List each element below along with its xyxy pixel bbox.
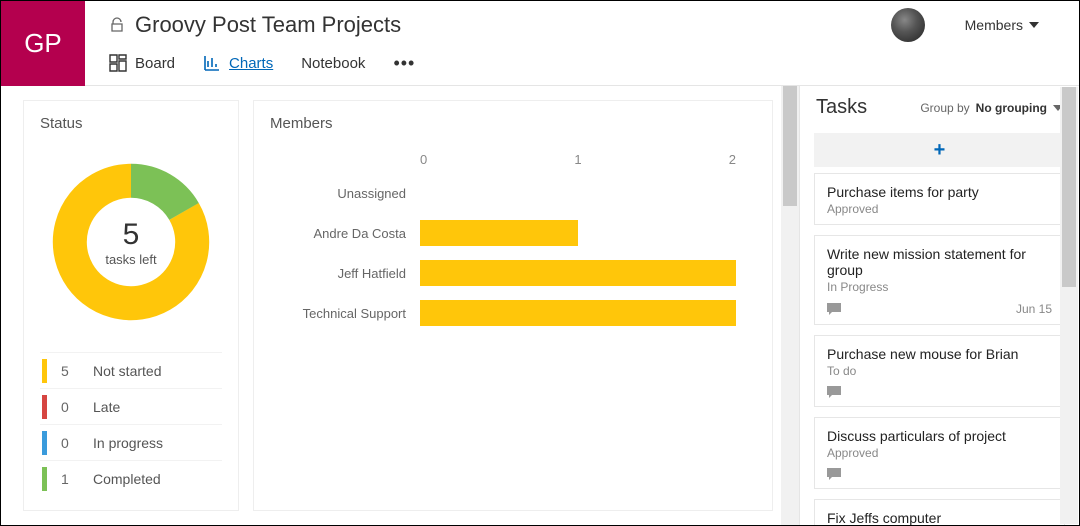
- app-header: GP Groovy Post Team Projects Members Boa…: [1, 1, 1079, 86]
- members-bar-rows: Unassigned Andre Da Costa Jeff Hatfield Tec…: [290, 173, 736, 333]
- status-center-label: tasks left: [105, 252, 156, 267]
- app-logo: GP: [1, 1, 85, 86]
- legend-count: 5: [61, 363, 79, 379]
- charts-icon: [203, 54, 221, 72]
- bar-fill: [420, 260, 736, 286]
- bar-row-name: Technical Support: [290, 306, 420, 321]
- members-card: Members 0 1 2 Unassigned Andre Da Costa Je…: [253, 100, 773, 511]
- tab-notebook[interactable]: Notebook: [301, 55, 365, 72]
- groupby-dropdown[interactable]: Group by No grouping: [920, 101, 1063, 115]
- lock-open-icon: [109, 17, 125, 33]
- comment-icon: [827, 386, 841, 398]
- legend-label: Not started: [93, 363, 161, 379]
- charts-scrollbar[interactable]: [781, 86, 799, 525]
- task-title: Discuss particulars of project: [827, 428, 1052, 444]
- legend-row: 5 Not started: [40, 352, 222, 388]
- bar-row: Unassigned: [290, 173, 736, 213]
- task-card[interactable]: Purchase items for party Approved: [814, 173, 1065, 225]
- task-status: In Progress: [827, 280, 1052, 294]
- legend-label: In progress: [93, 435, 163, 451]
- status-legend: 5 Not started 0 Late 0 In progress 1 Completed: [40, 352, 222, 496]
- tasks-heading: Tasks: [816, 96, 867, 119]
- bar-row: Technical Support: [290, 293, 736, 333]
- bar-track: [420, 260, 736, 286]
- tab-notebook-label: Notebook: [301, 55, 365, 72]
- legend-swatch: [42, 359, 47, 383]
- bar-track: [420, 220, 736, 246]
- groupby-value: No grouping: [976, 101, 1047, 115]
- bar-row: Andre Da Costa: [290, 213, 736, 253]
- axis-tick-0: 0: [420, 152, 574, 167]
- tab-charts[interactable]: Charts: [203, 54, 273, 72]
- charts-area: Status 5 tasks left 5 Not started 0 Late 0 In…: [1, 86, 781, 525]
- task-title: Fix Jeffs computer: [827, 510, 1052, 525]
- task-title: Purchase new mouse for Brian: [827, 346, 1052, 362]
- legend-swatch: [42, 395, 47, 419]
- legend-row: 1 Completed: [40, 460, 222, 496]
- members-axis: 0 1 2: [420, 152, 736, 167]
- bar-track: [420, 180, 736, 206]
- comment-icon: [827, 468, 841, 480]
- status-card-title: Status: [40, 115, 222, 132]
- legend-count: 0: [61, 435, 79, 451]
- task-status: Approved: [827, 446, 1052, 460]
- task-status: To do: [827, 364, 1052, 378]
- task-title: Write new mission statement for group: [827, 246, 1052, 278]
- axis-tick-1: 1: [574, 152, 728, 167]
- groupby-label: Group by: [920, 101, 969, 115]
- tab-charts-label: Charts: [229, 55, 273, 72]
- caret-down-icon: [1029, 22, 1039, 28]
- board-icon: [109, 54, 127, 72]
- tasks-panel: Tasks Group by No grouping + Purchase it…: [799, 86, 1079, 525]
- task-card[interactable]: Write new mission statement for group In …: [814, 235, 1065, 325]
- legend-label: Completed: [93, 471, 161, 487]
- status-center-number: 5: [105, 218, 156, 252]
- members-dropdown[interactable]: Members: [965, 17, 1039, 33]
- task-status: Approved: [827, 202, 1052, 216]
- bar-row-name: Jeff Hatfield: [290, 266, 420, 281]
- add-task-button[interactable]: +: [814, 133, 1065, 167]
- legend-count: 1: [61, 471, 79, 487]
- tab-board-label: Board: [135, 55, 175, 72]
- tab-board[interactable]: Board: [109, 54, 175, 72]
- more-menu[interactable]: •••: [393, 53, 415, 74]
- members-dropdown-label: Members: [965, 17, 1023, 33]
- task-list: Purchase items for party Approved Write ne…: [800, 173, 1079, 525]
- legend-row: 0 In progress: [40, 424, 222, 460]
- task-card[interactable]: Purchase new mouse for Brian To do: [814, 335, 1065, 407]
- task-title: Purchase items for party: [827, 184, 1052, 200]
- bar-fill: [420, 300, 736, 326]
- legend-count: 0: [61, 399, 79, 415]
- legend-swatch: [42, 467, 47, 491]
- bar-row: Jeff Hatfield: [290, 253, 736, 293]
- members-card-title: Members: [270, 115, 756, 132]
- axis-tick-2: 2: [729, 152, 736, 167]
- legend-label: Late: [93, 399, 120, 415]
- bar-row-name: Andre Da Costa: [290, 226, 420, 241]
- comment-icon: [827, 303, 841, 315]
- project-title: Groovy Post Team Projects: [135, 12, 401, 38]
- user-avatar[interactable]: [891, 8, 925, 42]
- bar-fill: [420, 220, 578, 246]
- bar-row-name: Unassigned: [290, 186, 420, 201]
- legend-swatch: [42, 431, 47, 455]
- task-card[interactable]: Discuss particulars of project Approved: [814, 417, 1065, 489]
- legend-row: 0 Late: [40, 388, 222, 424]
- task-card[interactable]: Fix Jeffs computerTo doJun 10: [814, 499, 1065, 525]
- tasks-scrollbar[interactable]: [1060, 87, 1078, 524]
- task-date: Jun 15: [1016, 302, 1052, 316]
- status-card: Status 5 tasks left 5 Not started 0 Late 0 In…: [23, 100, 239, 511]
- bar-track: [420, 300, 736, 326]
